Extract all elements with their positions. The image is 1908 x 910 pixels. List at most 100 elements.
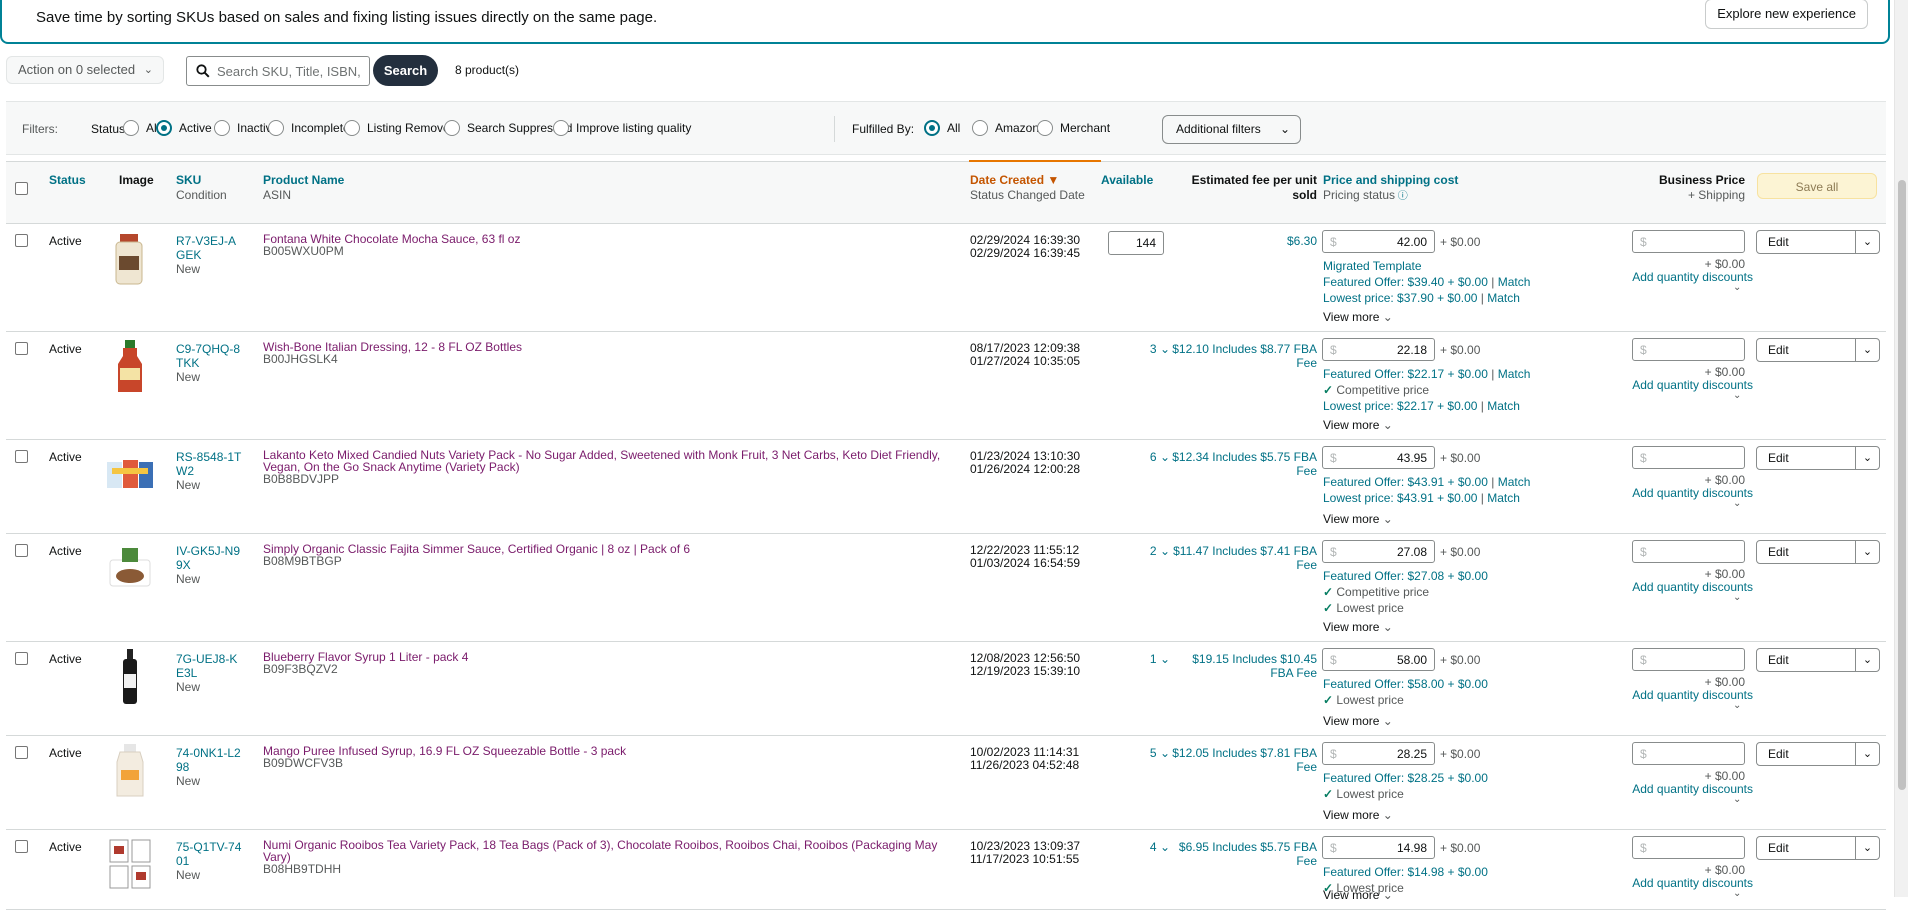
available-quantity-dropdown[interactable]: 5 ⌄ [1126,746,1170,760]
business-price-input[interactable]: $ [1632,230,1745,253]
row-checkbox[interactable] [15,746,28,759]
product-name-link[interactable]: Blueberry Flavor Syrup 1 Liter - pack 4 [263,651,963,663]
price-input[interactable]: $28.25 [1322,742,1435,765]
chevron-down-icon[interactable]: ⌄ [1855,743,1879,765]
chevron-down-icon[interactable]: ⌄ [1733,592,1741,603]
vertical-scrollbar[interactable] [1894,0,1908,897]
radio-button-icon[interactable] [156,120,172,136]
product-name-link[interactable]: Numi Organic Rooibos Tea Variety Pack, 1… [263,839,963,863]
chevron-down-icon[interactable]: ⌄ [1733,888,1741,899]
chevron-down-icon[interactable]: ⌄ [1733,794,1741,805]
view-more-link[interactable]: View more ⌄ [1323,512,1393,526]
status-radio-1[interactable]: Active [156,120,212,136]
row-checkbox[interactable] [15,840,28,853]
additional-filters-button[interactable]: Additional filters ⌄ [1162,115,1301,144]
sku-link[interactable]: 75-Q1TV-7401 [176,840,242,868]
product-name-link[interactable]: Fontana White Chocolate Mocha Sauce, 63 … [263,233,963,245]
business-price-input[interactable]: $ [1632,836,1745,859]
product-image[interactable] [106,338,154,396]
match-link[interactable]: Match [1487,291,1520,305]
chevron-down-icon[interactable]: ⌄ [1855,649,1879,671]
match-link[interactable]: Match [1487,491,1520,505]
product-image[interactable] [106,742,154,800]
product-image[interactable] [106,540,154,598]
column-date-created[interactable]: Date Created ▼ Status Changed Date [970,173,1085,203]
available-quantity-dropdown[interactable]: 1 ⌄ [1126,652,1170,666]
status-radio-4[interactable]: Listing Removed [344,120,456,136]
column-price[interactable]: Price and shipping cost Pricing status ⓘ [1323,173,1458,204]
available-quantity-dropdown[interactable]: 6 ⌄ [1126,450,1170,464]
search-input[interactable] [215,61,365,81]
product-name-link[interactable]: Mango Puree Infused Syrup, 16.9 FL OZ Sq… [263,745,963,757]
chevron-down-icon[interactable]: ⌄ [1855,231,1879,253]
radio-button-icon[interactable] [268,120,284,136]
edit-button[interactable]: Edit ⌄ [1756,230,1880,254]
view-more-link[interactable]: View more ⌄ [1323,714,1393,728]
business-price-input[interactable]: $ [1632,540,1745,563]
product-name-link[interactable]: Wish-Bone Italian Dressing, 12 - 8 FL OZ… [263,341,963,353]
row-checkbox[interactable] [15,342,28,355]
chevron-down-icon[interactable]: ⌄ [1855,541,1879,563]
edit-button[interactable]: Edit ⌄ [1756,540,1880,564]
match-link[interactable]: Match [1498,367,1531,381]
price-input[interactable]: $14.98 [1322,836,1435,859]
match-link[interactable]: Match [1487,399,1520,413]
radio-button-icon[interactable] [553,120,569,136]
radio-button-icon[interactable] [214,120,230,136]
view-more-link[interactable]: View more ⌄ [1323,418,1393,432]
sku-link[interactable]: 74-0NK1-L298 [176,746,242,774]
search-field[interactable] [186,56,370,86]
row-checkbox[interactable] [15,450,28,463]
product-image[interactable] [106,446,154,504]
product-name-link[interactable]: Simply Organic Classic Fajita Simmer Sau… [263,543,963,555]
edit-button[interactable]: Edit ⌄ [1756,338,1880,362]
available-quantity-dropdown[interactable]: 3 ⌄ [1126,342,1170,356]
select-all-checkbox[interactable] [15,182,28,195]
price-input[interactable]: $27.08 [1322,540,1435,563]
migrated-template-link[interactable]: Migrated Template [1323,259,1422,273]
business-price-input[interactable]: $ [1632,648,1745,671]
view-more-link[interactable]: View more ⌄ [1323,808,1393,822]
status-radio-6[interactable]: Improve listing quality [553,120,691,136]
product-name-link[interactable]: Lakanto Keto Mixed Candied Nuts Variety … [263,449,963,473]
price-input[interactable]: $42.00 [1322,230,1435,253]
edit-button[interactable]: Edit ⌄ [1756,648,1880,672]
product-image[interactable] [106,648,154,706]
search-button[interactable]: Search [373,55,438,86]
column-sku[interactable]: SKU Condition [176,173,227,203]
business-price-input[interactable]: $ [1632,338,1745,361]
fulfilled-radio-0[interactable]: All [924,120,960,136]
row-checkbox[interactable] [15,544,28,557]
price-input[interactable]: $22.18 [1322,338,1435,361]
edit-button[interactable]: Edit ⌄ [1756,742,1880,766]
radio-button-icon[interactable] [972,120,988,136]
chevron-down-icon[interactable]: ⌄ [1733,282,1741,293]
sku-link[interactable]: RS-8548-1TW2 [176,450,242,478]
chevron-down-icon[interactable]: ⌄ [1855,837,1879,859]
row-checkbox[interactable] [15,234,28,247]
status-radio-3[interactable]: Incomplete [268,120,350,136]
price-input[interactable]: $43.95 [1322,446,1435,469]
available-quantity-dropdown[interactable]: 4 ⌄ [1126,840,1170,854]
explore-new-experience-button[interactable]: Explore new experience [1705,0,1868,29]
view-more-link[interactable]: View more ⌄ [1323,620,1393,634]
chevron-down-icon[interactable]: ⌄ [1733,498,1741,509]
column-available[interactable]: Available [1101,173,1153,188]
edit-button[interactable]: Edit ⌄ [1756,446,1880,470]
sku-link[interactable]: R7-V3EJ-AGEK [176,234,242,262]
fulfilled-radio-2[interactable]: Merchant [1037,120,1110,136]
row-checkbox[interactable] [15,652,28,665]
chevron-down-icon[interactable]: ⌄ [1855,339,1879,361]
radio-button-icon[interactable] [444,120,460,136]
chevron-down-icon[interactable]: ⌄ [1733,390,1741,401]
business-price-input[interactable]: $ [1632,742,1745,765]
product-image[interactable] [106,836,154,894]
available-quantity-dropdown[interactable]: 2 ⌄ [1126,544,1170,558]
view-more-link[interactable]: View more ⌄ [1323,310,1393,324]
column-product-name[interactable]: Product Name ASIN [263,173,344,203]
available-quantity-input[interactable]: 144 [1108,231,1164,255]
sku-link[interactable]: C9-7QHQ-8TKK [176,342,242,370]
bulk-action-select[interactable]: Action on 0 selected ⌄ [6,56,164,84]
match-link[interactable]: Match [1498,275,1531,289]
view-more-link[interactable]: View more ⌄ [1323,888,1393,902]
